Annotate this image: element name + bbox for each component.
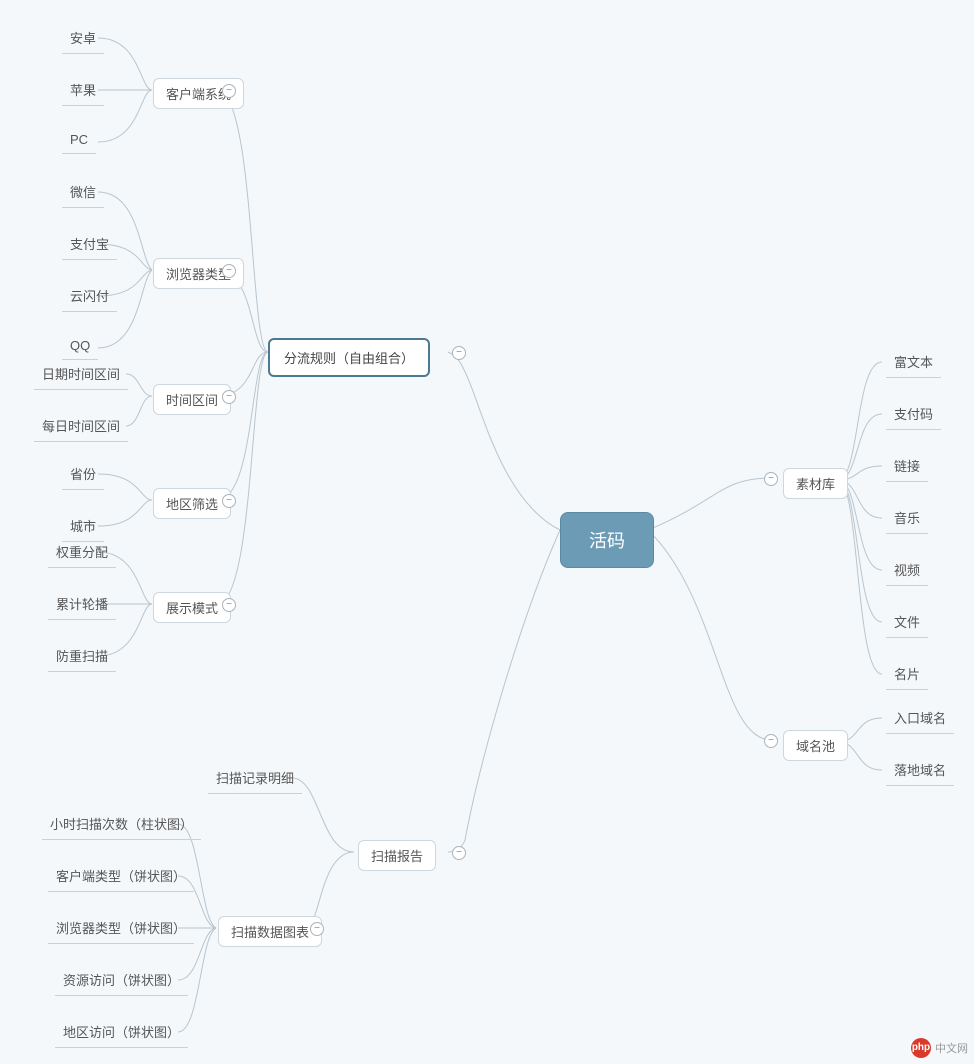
watermark-text: 中文网 — [935, 1040, 968, 1056]
leaf-android[interactable]: 安卓 — [62, 24, 104, 54]
root-node[interactable]: 活码 — [560, 512, 654, 568]
leaf-entry-domain[interactable]: 入口域名 — [886, 704, 954, 734]
leaf-alipay[interactable]: 支付宝 — [62, 230, 117, 260]
leaf-resource-pie[interactable]: 资源访问（饼状图） — [55, 966, 188, 996]
group-region-filter[interactable]: 地区筛选 — [153, 488, 231, 519]
leaf-hourly-bar[interactable]: 小时扫描次数（柱状图） — [42, 810, 201, 840]
collapse-icon[interactable]: − — [452, 846, 466, 860]
collapse-icon[interactable]: − — [222, 264, 236, 278]
leaf-landing-domain[interactable]: 落地域名 — [886, 756, 954, 786]
leaf-pc[interactable]: PC — [62, 128, 96, 154]
branch-domain-pool[interactable]: 域名池 — [783, 730, 848, 761]
collapse-icon[interactable]: − — [764, 734, 778, 748]
group-scan-charts[interactable]: 扫描数据图表 — [218, 916, 322, 947]
leaf-region-pie[interactable]: 地区访问（饼状图） — [55, 1018, 188, 1048]
leaf-antidup[interactable]: 防重扫描 — [48, 642, 116, 672]
leaf-paycode[interactable]: 支付码 — [886, 400, 941, 430]
leaf-apple[interactable]: 苹果 — [62, 76, 104, 106]
branch-material-lib[interactable]: 素材库 — [783, 468, 848, 499]
leaf-browser-pie[interactable]: 浏览器类型（饼状图） — [48, 914, 194, 944]
leaf-music[interactable]: 音乐 — [886, 504, 928, 534]
php-logo-icon: php — [911, 1038, 931, 1058]
collapse-icon[interactable]: − — [310, 922, 324, 936]
collapse-icon[interactable]: − — [222, 598, 236, 612]
leaf-unionpay[interactable]: 云闪付 — [62, 282, 117, 312]
collapse-icon[interactable]: − — [222, 390, 236, 404]
collapse-icon[interactable]: − — [222, 494, 236, 508]
leaf-rotation[interactable]: 累计轮播 — [48, 590, 116, 620]
leaf-file[interactable]: 文件 — [886, 608, 928, 638]
leaf-daily-range[interactable]: 每日时间区间 — [34, 412, 128, 442]
leaf-weight[interactable]: 权重分配 — [48, 538, 116, 568]
leaf-video[interactable]: 视频 — [886, 556, 928, 586]
collapse-icon[interactable]: − — [452, 346, 466, 360]
branch-routing[interactable]: 分流规则（自由组合） — [268, 338, 430, 377]
leaf-link[interactable]: 链接 — [886, 452, 928, 482]
leaf-qq[interactable]: QQ — [62, 334, 98, 360]
group-time-span[interactable]: 时间区间 — [153, 384, 231, 415]
collapse-icon[interactable]: − — [222, 84, 236, 98]
group-display-mode[interactable]: 展示模式 — [153, 592, 231, 623]
leaf-card[interactable]: 名片 — [886, 660, 928, 690]
watermark: php 中文网 — [911, 1038, 968, 1058]
leaf-wechat[interactable]: 微信 — [62, 178, 104, 208]
leaf-scan-detail[interactable]: 扫描记录明细 — [208, 764, 302, 794]
leaf-date-range[interactable]: 日期时间区间 — [34, 360, 128, 390]
branch-scan-report[interactable]: 扫描报告 — [358, 840, 436, 871]
leaf-richtext[interactable]: 富文本 — [886, 348, 941, 378]
leaf-client-pie[interactable]: 客户端类型（饼状图） — [48, 862, 194, 892]
leaf-province[interactable]: 省份 — [62, 460, 104, 490]
mindmap-connectors — [0, 0, 974, 1064]
collapse-icon[interactable]: − — [764, 472, 778, 486]
